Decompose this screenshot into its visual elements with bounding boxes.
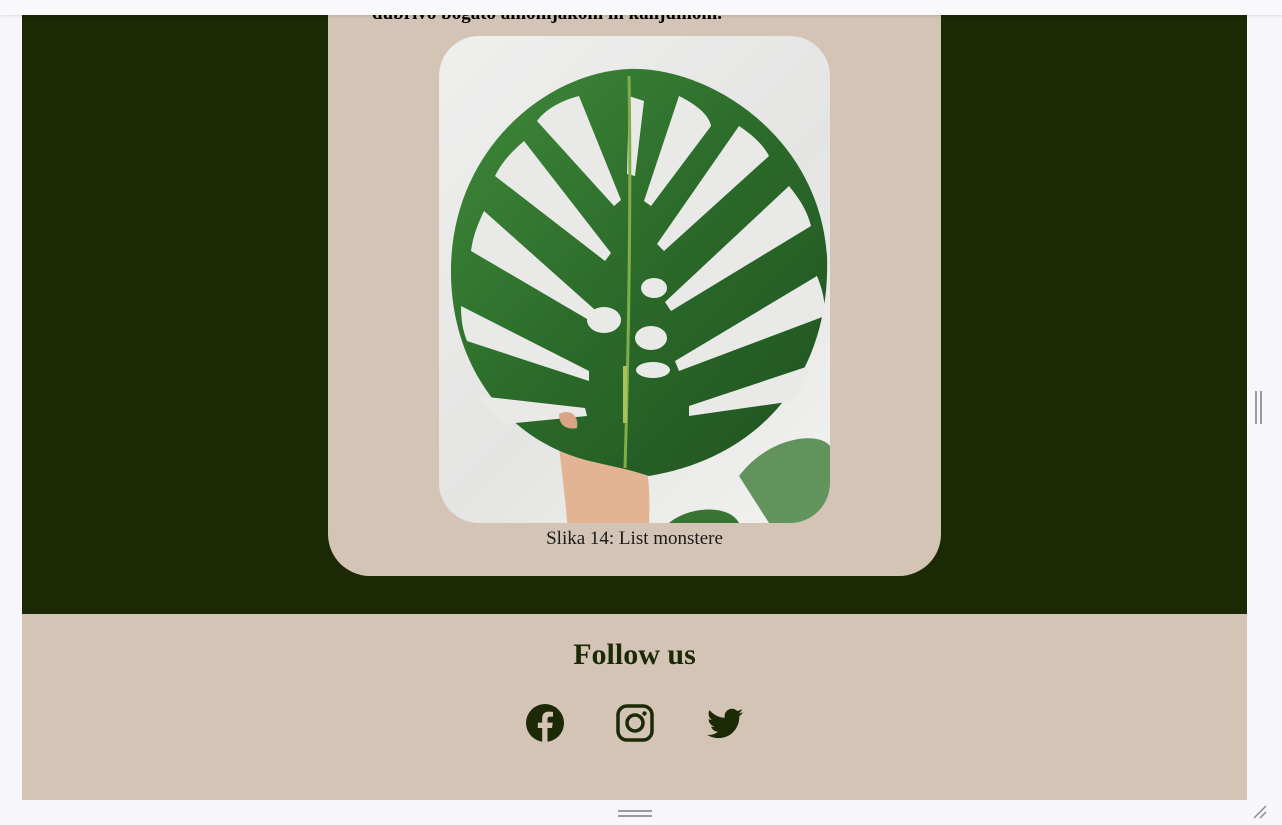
resize-grip-icon[interactable]: [1252, 804, 1268, 820]
facebook-icon: [526, 704, 564, 742]
horizontal-resize-handle[interactable]: [618, 810, 652, 818]
content-section: dubrivo bogato amonijakom in kalijumom.: [22, 15, 1247, 614]
vertical-resize-handle[interactable]: [1255, 391, 1263, 424]
image-caption: Slika 14: List monstere: [546, 528, 723, 549]
plant-card: dubrivo bogato amonijakom in kalijumom.: [328, 15, 941, 576]
twitter-link[interactable]: [705, 703, 745, 743]
facebook-link[interactable]: [525, 703, 565, 743]
footer: Follow us: [22, 614, 1247, 800]
browser-top-edge: [0, 0, 1282, 15]
card-paragraph: dubrivo bogato amonijakom in kalijumom.: [372, 15, 722, 25]
monstera-leaf-image: [439, 36, 830, 523]
footer-title: Follow us: [573, 638, 696, 671]
page-viewport[interactable]: dubrivo bogato amonijakom in kalijumom.: [22, 15, 1247, 800]
instagram-icon: [616, 704, 654, 742]
instagram-link[interactable]: [615, 703, 655, 743]
twitter-icon: [707, 708, 743, 739]
